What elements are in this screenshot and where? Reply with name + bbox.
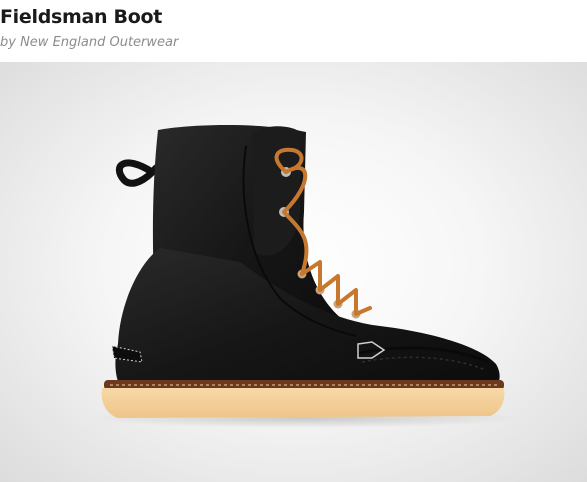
product-byline[interactable]: by New England Outerwear <box>0 35 178 50</box>
product-image[interactable] <box>0 62 587 482</box>
product-title[interactable]: Fieldsman Boot <box>0 6 162 28</box>
product-card: Fieldsman Boot by New England Outerwear <box>0 0 587 482</box>
boot-sole <box>101 388 505 418</box>
boot-tongue <box>252 126 300 256</box>
product-header: Fieldsman Boot by New England Outerwear <box>0 0 587 62</box>
boot-pull-loop <box>115 159 160 187</box>
boot-illustration <box>90 125 520 428</box>
